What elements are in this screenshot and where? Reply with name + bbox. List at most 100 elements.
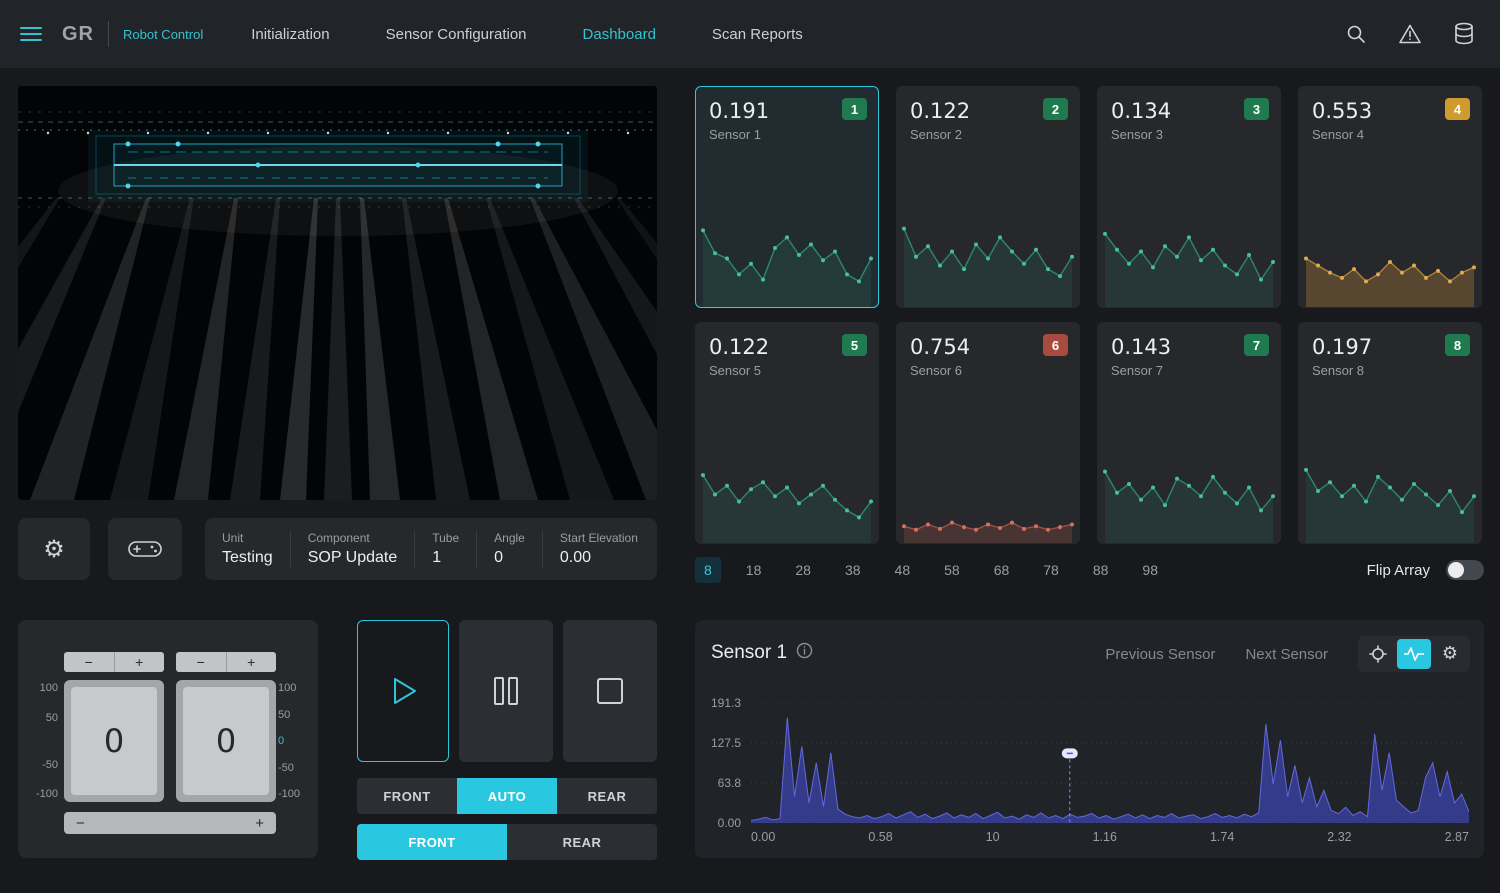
- database-icon[interactable]: [1452, 22, 1476, 46]
- scale-label-zero: 0: [278, 735, 285, 747]
- slider-increment[interactable]: +: [255, 815, 264, 832]
- info-field-tube: Tube 1: [414, 531, 476, 567]
- sensor-name: Sensor 4: [1312, 127, 1365, 142]
- chart-title-wrap: Sensor 1: [711, 642, 813, 664]
- mode-rear-button[interactable]: REAR: [557, 778, 657, 814]
- stop-button[interactable]: [563, 620, 657, 762]
- info-field-start-elevation: Start Elevation 0.00: [541, 531, 655, 567]
- decrement-button[interactable]: −: [64, 652, 115, 672]
- nav-icon-group: [1344, 22, 1476, 46]
- page-38[interactable]: 38: [836, 557, 870, 583]
- flip-array-control: Flip Array: [1367, 560, 1484, 580]
- waveform-view-button[interactable]: [1397, 639, 1431, 669]
- sensor-name: Sensor 1: [709, 127, 762, 142]
- nav-item-initialization[interactable]: Initialization: [251, 26, 329, 43]
- increment-button[interactable]: +: [115, 652, 165, 672]
- search-icon[interactable]: [1344, 22, 1368, 46]
- jog-slider[interactable]: − +: [64, 812, 276, 834]
- info-label: Component: [307, 531, 370, 545]
- play-button[interactable]: [357, 620, 449, 762]
- page-28[interactable]: 28: [786, 557, 820, 583]
- page-98[interactable]: 98: [1133, 557, 1167, 583]
- x-tick-label: 2.87: [1444, 830, 1469, 844]
- next-sensor-button[interactable]: Next Sensor: [1245, 646, 1328, 663]
- sensor-badge: 1: [842, 98, 867, 120]
- sensor-card-8[interactable]: 0.197 Sensor 8 8: [1298, 322, 1482, 544]
- scan-info-panel: Unit Testing Component SOP Update Tube 1…: [205, 518, 657, 580]
- chart-settings-button[interactable]: ⚙: [1433, 639, 1467, 669]
- previous-sensor-button[interactable]: Previous Sensor: [1105, 646, 1215, 663]
- flip-array-toggle[interactable]: [1446, 560, 1484, 580]
- pause-button[interactable]: [459, 620, 553, 762]
- scale-label: -50: [278, 761, 294, 774]
- sensor-card-7[interactable]: 0.143 Sensor 7 7: [1097, 322, 1281, 544]
- mode-front-button[interactable]: FRONT: [357, 778, 457, 814]
- info-value: Testing: [222, 549, 273, 566]
- locate-button[interactable]: [1361, 639, 1395, 669]
- sensor-sparkline: [701, 228, 873, 307]
- gear-icon: ⚙: [1441, 643, 1459, 664]
- sensor-card-2[interactable]: 0.122 Sensor 2 2: [896, 86, 1080, 308]
- chart-tool-group: ⚙: [1358, 636, 1470, 672]
- info-value: 0: [494, 549, 504, 566]
- page-58[interactable]: 58: [935, 557, 969, 583]
- side-front-button[interactable]: FRONT: [357, 824, 507, 860]
- sensor-card-6[interactable]: 0.754 Sensor 6 6: [896, 322, 1080, 544]
- info-field-angle: Angle 0: [476, 531, 542, 567]
- side-rear-button[interactable]: REAR: [507, 824, 657, 860]
- stop-icon: [597, 678, 623, 704]
- flip-array-label: Flip Array: [1366, 561, 1430, 579]
- page-8[interactable]: 8: [695, 557, 721, 583]
- scale-label: 100: [39, 682, 58, 694]
- sensor-card-3[interactable]: 0.134 Sensor 3 3: [1097, 86, 1281, 308]
- sensor-card-1[interactable]: 0.191 Sensor 1 1: [695, 86, 879, 308]
- mode-auto-button[interactable]: AUTO: [457, 778, 557, 814]
- right-axis-stepper-buttons: − +: [176, 652, 276, 672]
- sensor-badge: 8: [1445, 334, 1470, 356]
- scale-label: 100: [278, 682, 297, 694]
- play-icon: [394, 678, 416, 704]
- nav-item-sensor-configuration[interactable]: Sensor Configuration: [386, 26, 527, 43]
- chart-x-axis: 0.00 0.58 10 1.16 1.74 2.32 2.87: [751, 830, 1469, 844]
- y-tick-label: 0.00: [717, 816, 741, 830]
- slider-decrement[interactable]: −: [76, 815, 85, 832]
- info-value: SOP Update: [307, 549, 398, 566]
- right-axis-value: 0: [183, 687, 269, 795]
- info-label: Angle: [494, 531, 525, 545]
- sensor-card-5[interactable]: 0.122 Sensor 5 5: [695, 322, 879, 544]
- sensor-name: Sensor 8: [1312, 363, 1365, 378]
- menu-icon[interactable]: [20, 27, 42, 41]
- info-value: 1: [432, 549, 442, 566]
- sensor-value: 0.143: [1111, 335, 1172, 359]
- sensor-value: 0.122: [910, 99, 971, 123]
- alert-icon[interactable]: [1398, 22, 1422, 46]
- scale-label: 50: [278, 708, 291, 721]
- decrement-button[interactable]: −: [176, 652, 227, 672]
- logo-divider: [108, 21, 109, 47]
- increment-button[interactable]: +: [227, 652, 277, 672]
- sensor-name: Sensor 5: [709, 363, 762, 378]
- y-tick-label: 191.3: [710, 696, 741, 710]
- sensor-name: Sensor 3: [1111, 127, 1164, 142]
- settings-button[interactable]: ⚙: [18, 518, 90, 580]
- page-88[interactable]: 88: [1084, 557, 1118, 583]
- sensor-waveform-chart[interactable]: [751, 703, 1469, 823]
- chart-controls: Previous Sensor Next Sensor ⚙: [1105, 636, 1470, 672]
- page-68[interactable]: 68: [985, 557, 1019, 583]
- nav-menu: Initialization Sensor Configuration Dash…: [251, 26, 803, 43]
- manual-jog-panel: 100 50 -50 -100 100 50 0 -50 -100 − + − …: [18, 620, 318, 858]
- page-48[interactable]: 48: [886, 557, 920, 583]
- controller-button[interactable]: [108, 518, 182, 580]
- gear-icon: ⚙: [43, 535, 65, 563]
- left-axis-value: 0: [71, 687, 157, 795]
- waveform-icon: [1404, 647, 1424, 661]
- nav-item-dashboard[interactable]: Dashboard: [583, 26, 656, 43]
- page-18[interactable]: 18: [737, 557, 771, 583]
- scale-label: 50: [45, 711, 58, 724]
- left-scale: 100 50 -50 -100: [28, 682, 58, 800]
- nav-item-scan-reports[interactable]: Scan Reports: [712, 26, 803, 43]
- sensor-badge: 7: [1244, 334, 1269, 356]
- info-icon[interactable]: [796, 642, 813, 664]
- sensor-card-4[interactable]: 0.553 Sensor 4 4: [1298, 86, 1482, 308]
- page-78[interactable]: 78: [1034, 557, 1068, 583]
